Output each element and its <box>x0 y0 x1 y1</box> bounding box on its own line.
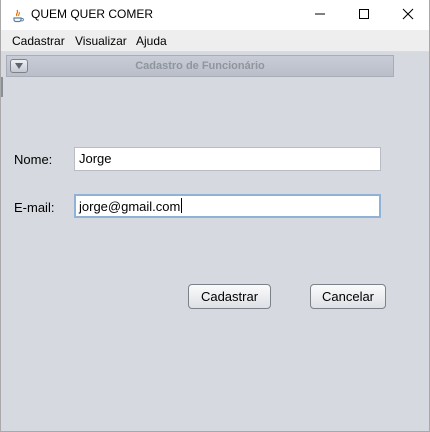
minimize-button[interactable] <box>297 0 343 30</box>
nome-field[interactable]: Jorge <box>74 147 381 171</box>
close-button[interactable] <box>385 0 430 30</box>
minimize-icon <box>314 8 326 23</box>
window-title: QUEM QUER COMER <box>31 7 154 21</box>
cancel-button[interactable]: Cancelar <box>310 284 386 309</box>
nome-value: Jorge <box>79 151 112 166</box>
menu-ajuda[interactable]: Ajuda <box>136 34 167 48</box>
cadastrar-button[interactable]: Cadastrar <box>188 284 271 309</box>
close-icon <box>402 8 414 23</box>
internal-frame-title-bar[interactable]: Cadastro de Funcionário <box>6 55 394 77</box>
nome-label: Nome: <box>14 152 53 167</box>
app-window: QUEM QUER COMER Cadastrar Visualizar Aju… <box>0 0 430 432</box>
text-caret <box>181 198 183 213</box>
title-bar[interactable]: QUEM QUER COMER <box>1 0 429 30</box>
internal-frame-title: Cadastro de Funcionário <box>135 60 265 72</box>
frame-edge-divider <box>1 77 3 97</box>
menu-cadastrar[interactable]: Cadastrar <box>12 34 65 48</box>
email-label: E-mail: <box>14 200 55 215</box>
menu-bar: Cadastrar Visualizar Ajuda <box>1 30 429 52</box>
maximize-button[interactable] <box>341 0 387 30</box>
java-app-icon <box>10 7 26 23</box>
maximize-icon <box>358 8 370 23</box>
email-value: jorge@gmail.com <box>79 199 181 214</box>
email-field[interactable]: jorge@gmail.com <box>74 194 381 218</box>
menu-visualizar[interactable]: Visualizar <box>75 34 127 48</box>
